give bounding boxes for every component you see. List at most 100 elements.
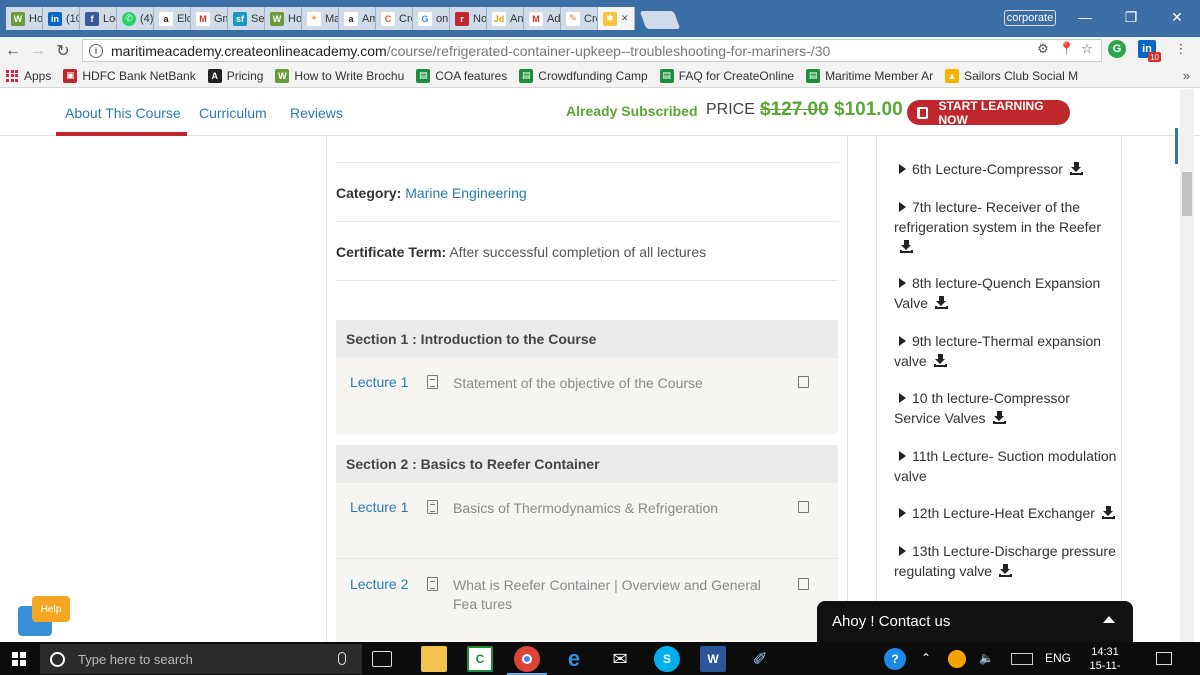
tab-curriculum[interactable]: Curriculum <box>199 105 267 121</box>
lecture-row[interactable]: Lecture 2 What is Reefer Container | Ove… <box>336 576 838 620</box>
grammarly-icon[interactable]: G <box>1108 40 1126 58</box>
download-icon[interactable] <box>934 296 948 309</box>
microphone-icon[interactable] <box>338 652 346 665</box>
lecture-row[interactable]: Lecture 1 Basics of Thermodynamics & Ref… <box>336 499 838 539</box>
browser-tab[interactable]: Gonli <box>413 7 450 30</box>
sidebar-lecture-item[interactable]: 11th Lecture- Suction modulation valve <box>894 446 1120 486</box>
skype-icon[interactable]: S <box>654 646 680 672</box>
windows-start-icon[interactable] <box>12 652 26 666</box>
language-indicator[interactable]: ENG <box>1045 651 1071 665</box>
browser-tab[interactable]: CCre <box>376 7 413 30</box>
bookmark-apps[interactable]: Apps <box>6 69 51 83</box>
browser-tab[interactable]: sfSea <box>228 7 265 30</box>
browser-tab[interactable]: MGm <box>191 7 228 30</box>
word-icon[interactable]: W <box>700 646 726 672</box>
edge-icon[interactable]: e <box>561 646 587 672</box>
browser-tab[interactable]: fLog <box>80 7 117 30</box>
sidebar-lecture-item[interactable]: 6th Lecture-Compressor <box>894 159 1120 179</box>
tab-about-this-course[interactable]: About This Course <box>65 105 181 121</box>
bookmarks-overflow-button[interactable]: » <box>1183 68 1190 83</box>
bookmark-item[interactable]: ▲ Sailors Club Social M <box>945 68 1078 83</box>
restore-button[interactable]: ❐ <box>1108 0 1154 34</box>
back-arrow-icon[interactable]: ← <box>2 40 24 62</box>
download-icon[interactable] <box>992 411 1006 424</box>
bookmark-star-icon[interactable]: ☆ <box>1078 40 1096 58</box>
camtasia-icon[interactable]: C <box>467 646 493 672</box>
contact-us-widget[interactable]: Ahoy ! Contact us <box>817 601 1133 642</box>
bookmark-item[interactable]: W How to Write Brochu <box>275 68 404 83</box>
completion-checkbox[interactable] <box>798 578 809 590</box>
site-info-icon[interactable]: i <box>89 43 103 58</box>
chrome-icon[interactable] <box>514 646 540 672</box>
help-chat-button[interactable]: Help <box>18 596 70 642</box>
category-link[interactable]: Marine Engineering <box>405 185 526 201</box>
sidebar-lecture-item[interactable]: 7th lecture- Receiver of the refrigerati… <box>894 197 1120 257</box>
taskbar-search-box[interactable]: Type here to search <box>40 644 362 674</box>
bookmark-item[interactable]: ▤ Crowdfunding Camp <box>519 68 648 83</box>
download-icon[interactable] <box>1069 162 1083 175</box>
vpn-tray-icon[interactable] <box>948 650 966 668</box>
browser-tab[interactable]: ✎Cre <box>561 7 598 30</box>
profile-button[interactable]: corporate <box>1004 10 1056 26</box>
scrollbar-thumb[interactable] <box>1182 172 1192 216</box>
close-window-button[interactable]: ✕ <box>1154 0 1200 34</box>
section-header[interactable]: Section 1 : Introduction to the Course <box>336 320 838 358</box>
download-icon[interactable] <box>900 240 913 253</box>
forward-arrow-icon[interactable]: → <box>27 40 49 62</box>
tab-favicon-icon: W <box>270 11 284 26</box>
browser-tab[interactable]: in(10) <box>43 7 80 30</box>
keyboard-icon[interactable] <box>1011 653 1033 665</box>
browser-tab[interactable]: aAm <box>339 7 376 30</box>
address-bar[interactable]: i maritimeacademy.createonlineacademy.co… <box>82 39 1102 62</box>
paint-icon[interactable]: ✐ <box>747 646 773 672</box>
start-learning-button[interactable]: START LEARNING NOW <box>907 99 1070 127</box>
sidebar-lecture-item[interactable]: 8th lecture-Quench Expansion Valve <box>894 273 1120 313</box>
bookmark-item[interactable]: ▤ FAQ for CreateOnline <box>659 68 794 83</box>
download-icon[interactable] <box>1101 506 1115 519</box>
browser-tab[interactable]: r No <box>450 7 487 30</box>
sidebar-lecture-item[interactable]: 9th lecture-Thermal expansion valve <box>894 331 1120 371</box>
new-tab-button[interactable] <box>639 11 681 29</box>
notifications-icon[interactable] <box>1156 652 1172 665</box>
volume-icon[interactable]: 🔈 <box>979 651 994 665</box>
site-settings-icon[interactable]: ⚙ <box>1034 40 1052 58</box>
completion-checkbox[interactable] <box>798 376 809 388</box>
menu-dots-icon[interactable]: ⋮ <box>1172 40 1190 58</box>
bookmark-item[interactable]: ▤ Maritime Member Ar <box>806 68 933 83</box>
browser-tab[interactable]: JdAna <box>487 7 524 30</box>
pin-icon[interactable]: 📍 <box>1058 40 1076 58</box>
section-header[interactable]: Section 2 : Basics to Reefer Container <box>336 445 838 483</box>
reload-icon[interactable]: ↻ <box>52 40 74 62</box>
bookmark-item[interactable]: ▤ COA features <box>416 68 507 83</box>
bookmark-item[interactable]: ▣ HDFC Bank NetBank <box>63 68 196 83</box>
browser-tab[interactable]: ✦Mai <box>302 7 339 30</box>
browser-tab[interactable]: WHov <box>6 7 43 30</box>
browser-tab[interactable]: WHov <box>265 7 302 30</box>
lecture-number[interactable]: Lecture 2 <box>350 576 408 592</box>
download-icon[interactable] <box>999 564 1013 577</box>
task-view-icon[interactable] <box>372 651 392 667</box>
bookmark-item[interactable]: A Pricing <box>207 68 263 83</box>
lecture-row[interactable]: Lecture 1 Statement of the objective of … <box>336 374 838 414</box>
chevron-up-icon[interactable] <box>1103 616 1115 623</box>
lecture-number[interactable]: Lecture 1 <box>350 499 408 515</box>
browser-tab[interactable]: ✆(4) V <box>117 7 154 30</box>
help-tray-icon[interactable]: ? <box>884 648 906 670</box>
sidebar-lecture-item[interactable]: 13th Lecture-Discharge pressure regulati… <box>894 541 1120 581</box>
tab-close-icon[interactable]: ✕ <box>621 13 629 24</box>
taskbar-clock[interactable]: 14:31 15-11-2017 <box>1080 645 1130 675</box>
browser-tab[interactable]: aElco <box>154 7 191 30</box>
browser-tab-active[interactable]: ✱ ✕ <box>598 7 635 30</box>
file-explorer-icon[interactable] <box>421 646 447 672</box>
completion-checkbox[interactable] <box>798 501 809 513</box>
play-icon <box>899 336 906 346</box>
tray-overflow-icon[interactable]: ⌃ <box>921 651 931 665</box>
sidebar-lecture-item[interactable]: 12th Lecture-Heat Exchanger <box>894 503 1120 523</box>
browser-tab[interactable]: MAdn <box>524 7 561 30</box>
download-icon[interactable] <box>933 354 947 367</box>
minimize-button[interactable]: — <box>1062 0 1108 34</box>
sidebar-lecture-item[interactable]: 10 th lecture-Compressor Service Valves <box>894 388 1120 428</box>
tab-reviews[interactable]: Reviews <box>290 105 343 121</box>
mail-icon[interactable]: ✉ <box>607 646 633 672</box>
lecture-number[interactable]: Lecture 1 <box>350 374 408 390</box>
